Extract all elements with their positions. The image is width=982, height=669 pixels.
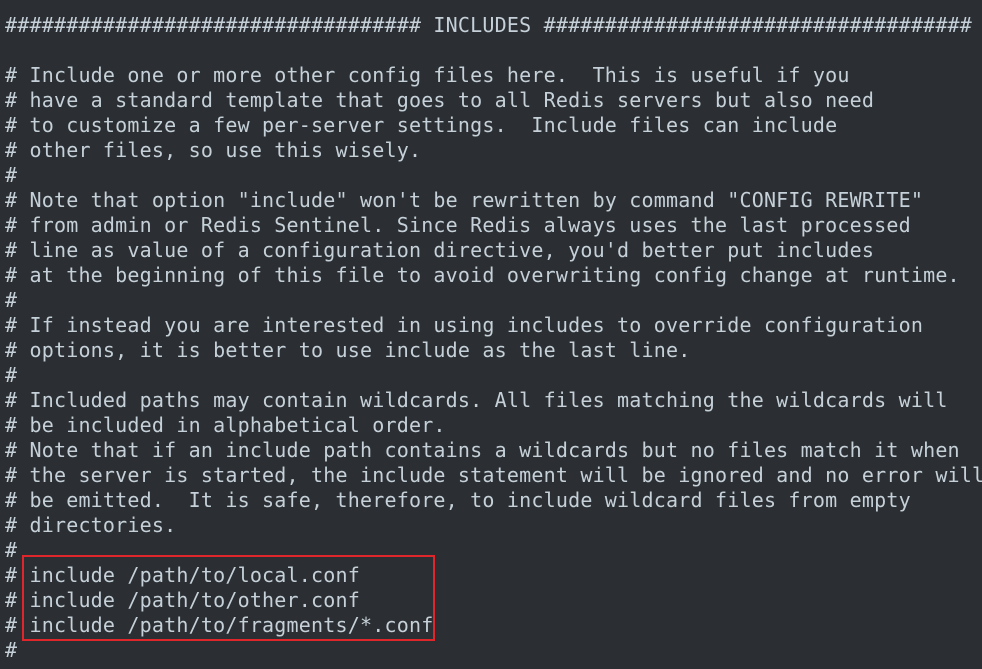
- comment-line: # the server is started, the include sta…: [5, 463, 982, 487]
- include-directive-line: # include /path/to/fragments/*.conf: [5, 613, 434, 637]
- comment-line: #: [5, 638, 18, 662]
- comment-line: #: [5, 363, 18, 387]
- comment-line: #: [5, 538, 18, 562]
- comment-line: # Note that if an include path contains …: [5, 438, 960, 462]
- comment-line: # If instead you are interested in using…: [5, 313, 924, 337]
- comment-line: # line as value of a configuration direc…: [5, 238, 875, 262]
- comment-line: # to customize a few per-server settings…: [5, 113, 838, 137]
- comment-line: # have a standard template that goes to …: [5, 88, 875, 112]
- section-header-line: ################################## INCLU…: [5, 13, 973, 37]
- comment-line: # from admin or Redis Sentinel. Since Re…: [5, 213, 911, 237]
- comment-line: # be emitted. It is safe, therefore, to …: [5, 488, 911, 512]
- comment-line: # be included in alphabetical order.: [5, 413, 446, 437]
- include-directive-line: # include /path/to/other.conf: [5, 588, 360, 612]
- comment-line: # directories.: [5, 513, 177, 537]
- comment-line: #: [5, 288, 18, 312]
- comment-line: # Included paths may contain wildcards. …: [5, 388, 948, 412]
- comment-line: # other files, so use this wisely.: [5, 138, 422, 162]
- comment-line: # Include one or more other config files…: [5, 63, 850, 87]
- include-directive-line: # include /path/to/local.conf: [5, 563, 360, 587]
- comment-line: # at the beginning of this file to avoid…: [5, 263, 960, 287]
- terminal-window[interactable]: ################################## INCLU…: [0, 0, 982, 669]
- comment-line: # options, it is better to use include a…: [5, 338, 691, 362]
- comment-line: #: [5, 163, 18, 187]
- comment-line: # Note that option "include" won't be re…: [5, 188, 924, 212]
